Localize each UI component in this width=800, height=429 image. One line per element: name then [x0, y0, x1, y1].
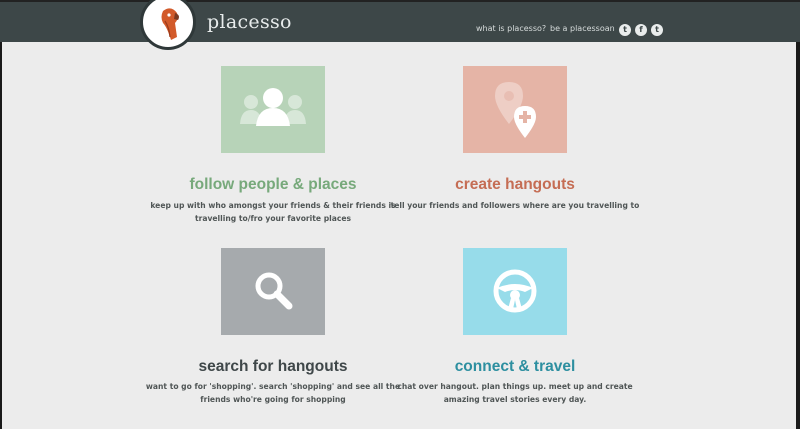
nav-link-be-a-placessoan[interactable]: be a placessoan	[550, 24, 615, 33]
feature-desc-search: want to go for 'shopping'. search 'shopp…	[145, 382, 401, 404]
nav-link-what-is-placesso[interactable]: what is placesso?	[476, 24, 546, 33]
feature-title-follow: follow people & places	[189, 176, 357, 193]
facebook-icon[interactable]: f	[635, 24, 647, 36]
twitter-icon[interactable]: t	[651, 24, 663, 36]
top-navigation-bar: placesso what is placesso? be a placesso…	[0, 0, 800, 50]
feature-desc-follow: keep up with who amongst your friends & …	[150, 201, 396, 223]
window-border-right	[796, 0, 800, 429]
logo[interactable]	[140, 0, 196, 50]
search-hangouts-tile	[221, 248, 325, 335]
parrot-logo-icon	[161, 8, 179, 40]
window-border-left	[0, 0, 2, 429]
tumblr-icon[interactable]: t	[619, 24, 631, 36]
create-hangouts-tile	[463, 66, 567, 153]
brand-name: placesso	[207, 11, 292, 33]
feature-title-create: create hangouts	[455, 176, 575, 193]
feature-title-connect: connect & travel	[454, 358, 576, 375]
feature-desc-create: tell your friends and followers where ar…	[390, 201, 640, 210]
follow-people-tile	[221, 66, 325, 153]
connect-travel-tile	[463, 248, 567, 335]
feature-tile-bg	[221, 248, 325, 335]
feature-desc-connect: chat over hangout. plan things up. meet …	[397, 382, 633, 404]
feature-title-search: search for hangouts	[198, 358, 348, 375]
